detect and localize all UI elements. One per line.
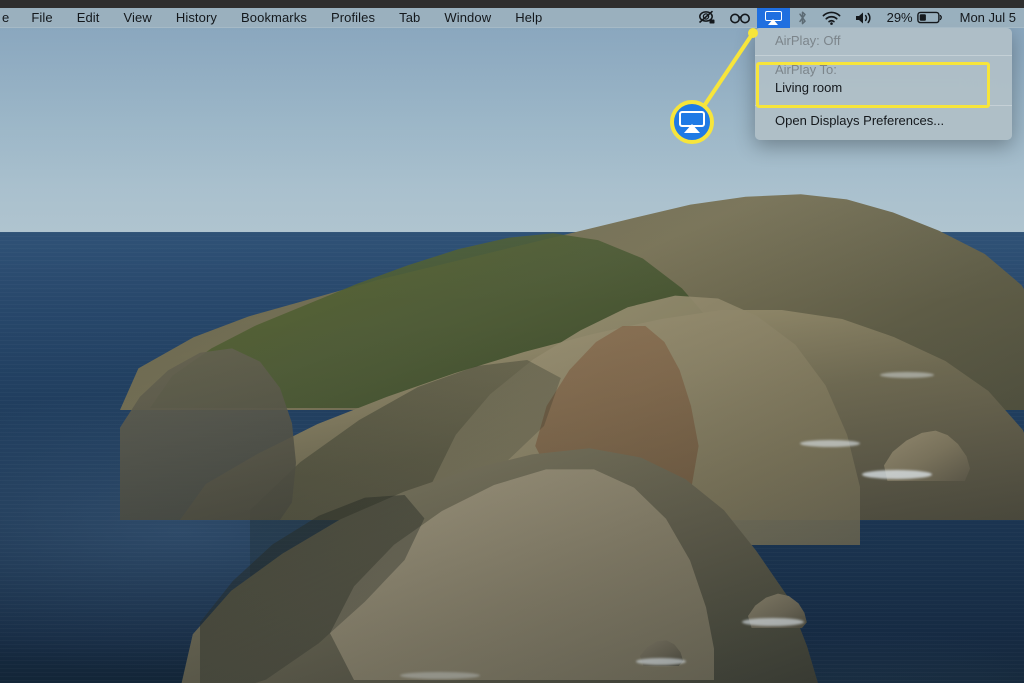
menu-window[interactable]: Window	[432, 8, 503, 28]
wifi-icon	[822, 11, 841, 25]
status-volume[interactable]	[848, 8, 880, 28]
menu-item-airplay-status: AirPlay: Off	[755, 28, 1012, 54]
airplay-icon-callout	[670, 100, 714, 144]
menu-bar-app-menus: e File Edit View History Bookmarks Profi…	[0, 8, 554, 27]
menu-item-open-displays-preferences[interactable]: Open Displays Preferences...	[755, 106, 1012, 136]
menu-bookmarks[interactable]: Bookmarks	[229, 8, 319, 28]
status-battery[interactable]: 29%	[880, 8, 950, 28]
status-wifi[interactable]	[815, 8, 848, 28]
menu-edit[interactable]: Edit	[65, 8, 112, 28]
airplay-triangle-shape	[684, 124, 700, 133]
airplay-to-label: AirPlay To:	[775, 62, 837, 77]
airplay-status-label: AirPlay: Off	[775, 32, 841, 48]
wallpaper-surf-6	[400, 672, 480, 679]
airplay-triangle-shape	[768, 18, 779, 25]
wallpaper-surf-5	[880, 372, 934, 378]
airplay-icon	[679, 111, 705, 133]
wallpaper-surf-4	[636, 658, 686, 665]
wallpaper-surf-1	[862, 470, 932, 479]
menu-bar: e File Edit View History Bookmarks Profi…	[0, 7, 1024, 28]
airplay-icon	[764, 10, 782, 25]
airplay-target-living-room[interactable]: Living room	[775, 78, 996, 97]
menu-app-truncated[interactable]: e	[0, 8, 19, 28]
bluetooth-icon	[798, 10, 806, 24]
menu-bar-clock[interactable]: Mon Jul 5	[950, 10, 1024, 25]
menu-help[interactable]: Help	[503, 8, 554, 28]
wallpaper-surf-3	[742, 618, 804, 626]
menu-profiles[interactable]: Profiles	[319, 8, 387, 28]
battery-percent-label: 29%	[886, 10, 913, 25]
menu-view[interactable]: View	[112, 8, 164, 28]
menu-bar-status-items: 29% Mon Jul 5	[691, 7, 1024, 28]
menu-file[interactable]: File	[19, 8, 64, 28]
battery-icon	[916, 11, 942, 24]
volume-icon	[855, 12, 871, 23]
glasses-icon	[729, 13, 750, 24]
status-accessibility[interactable]	[723, 8, 757, 28]
wallpaper-surf-2	[800, 440, 860, 447]
status-airplay[interactable]	[756, 7, 790, 28]
open-displays-preferences-label: Open Displays Preferences...	[775, 112, 945, 128]
airplay-dropdown-menu: AirPlay: Off AirPlay To: Living room Ope…	[755, 28, 1012, 140]
screen-sharing-off-icon	[698, 10, 715, 24]
menu-tab[interactable]: Tab	[387, 8, 432, 28]
menu-history[interactable]: History	[164, 8, 229, 28]
status-screen-sharing[interactable]	[691, 8, 723, 28]
status-bluetooth[interactable]	[790, 8, 815, 28]
menu-item-airplay-to[interactable]: AirPlay To: Living room	[755, 56, 1012, 104]
